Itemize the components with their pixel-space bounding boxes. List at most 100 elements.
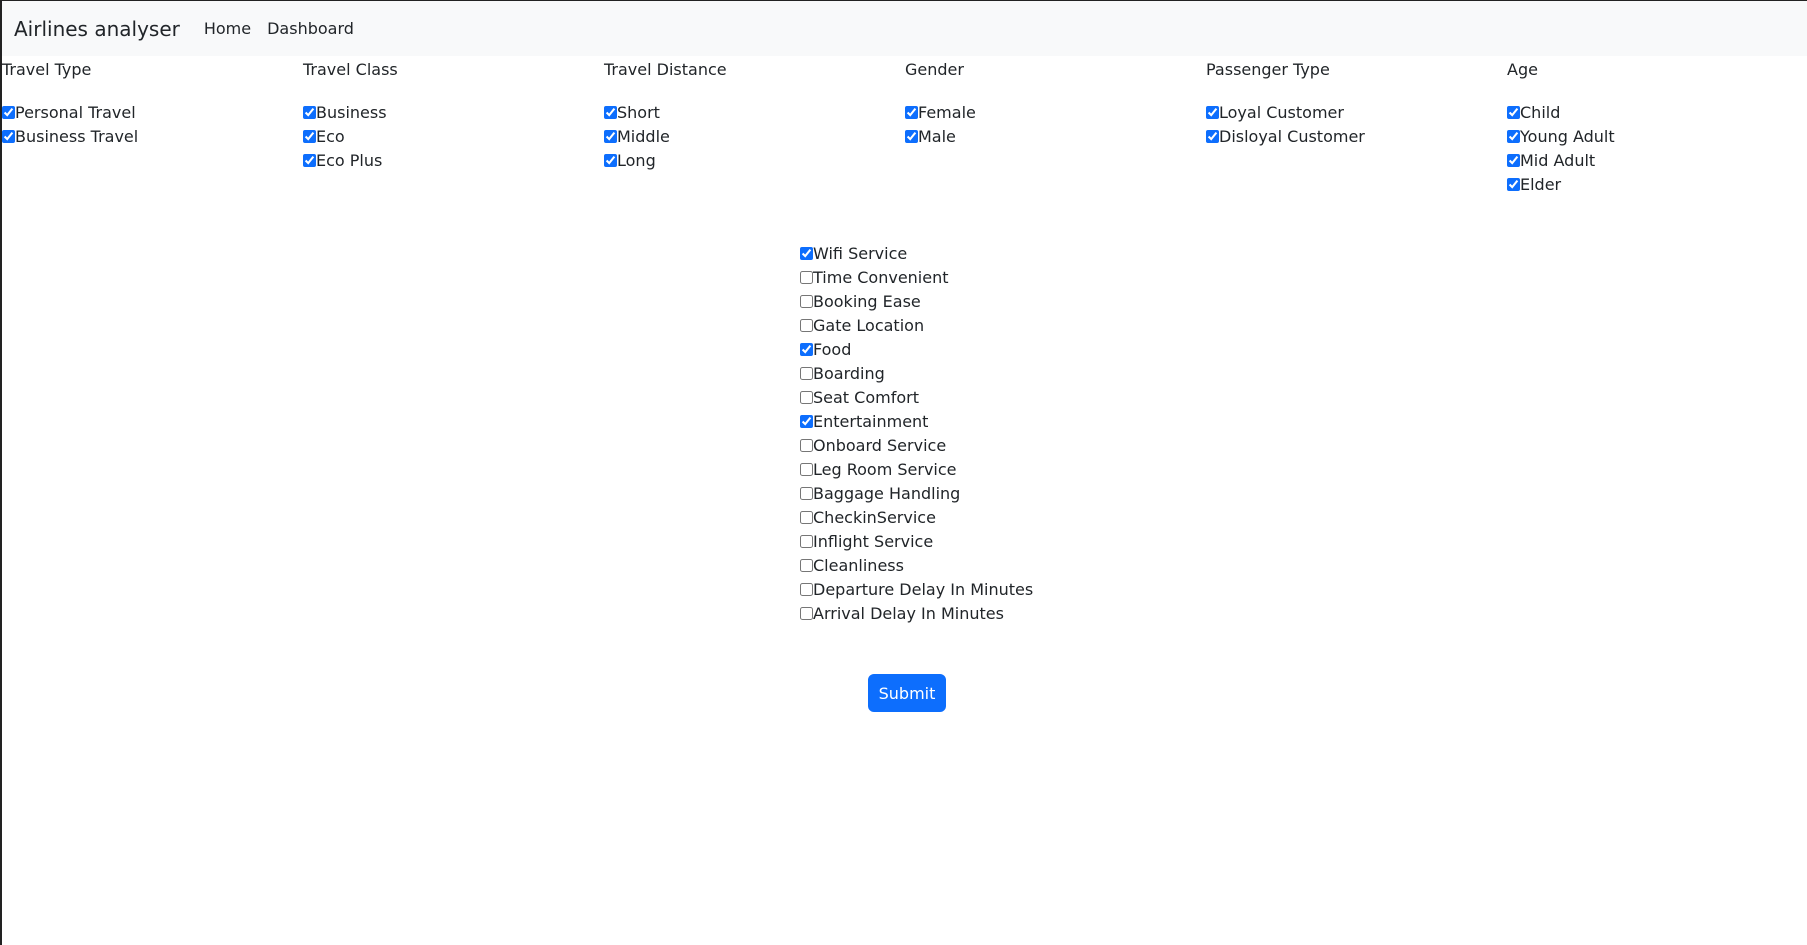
- service-checkbox[interactable]: [800, 438, 813, 452]
- filter-checkbox[interactable]: [905, 105, 918, 119]
- service-option-gate-location[interactable]: Gate Location: [800, 313, 1033, 337]
- filter-option-female[interactable]: Female: [905, 100, 1206, 124]
- filter-option-mid-adult[interactable]: Mid Adult: [1507, 148, 1807, 172]
- filter-option-eco-plus[interactable]: Eco Plus: [303, 148, 604, 172]
- service-checkbox[interactable]: [800, 462, 813, 476]
- filter-option-loyal-customer[interactable]: Loyal Customer: [1206, 100, 1507, 124]
- filter-checkbox[interactable]: [303, 105, 316, 119]
- app-window: Airlines analyser Home Dashboard Travel …: [0, 0, 1807, 945]
- filter-group-title: Passenger Type: [1206, 60, 1330, 79]
- filter-checkbox[interactable]: [604, 129, 617, 143]
- filter-group-travel-type: Travel Type Personal Travel Business Trave…: [2, 60, 303, 196]
- service-option-label: Departure Delay In Minutes: [813, 579, 1034, 599]
- filter-checkbox[interactable]: [2, 129, 15, 143]
- service-checkbox[interactable]: [800, 246, 813, 260]
- nav-link-dashboard[interactable]: Dashboard: [267, 19, 354, 38]
- service-option-label: Boarding: [813, 363, 885, 383]
- service-checkbox[interactable]: [800, 318, 813, 332]
- filter-option-business[interactable]: Business: [303, 100, 604, 124]
- service-option-inflight-service[interactable]: Inflight Service: [800, 529, 1033, 553]
- service-checkbox[interactable]: [800, 534, 813, 548]
- service-option-food[interactable]: Food: [800, 337, 1033, 361]
- service-checkbox[interactable]: [800, 270, 813, 284]
- service-option-boarding[interactable]: Boarding: [800, 361, 1033, 385]
- filter-option-personal-travel[interactable]: Personal Travel: [2, 100, 303, 124]
- filter-option-label: Female: [918, 102, 976, 122]
- filter-option-label: Long: [617, 150, 656, 170]
- service-checkbox[interactable]: [800, 294, 813, 308]
- service-checkbox[interactable]: [800, 486, 813, 500]
- filter-option-label: Middle: [617, 126, 670, 146]
- service-option-cleanliness[interactable]: Cleanliness: [800, 553, 1033, 577]
- filter-checkbox[interactable]: [604, 153, 617, 167]
- service-option-label: Cleanliness: [813, 555, 904, 575]
- service-option-label: Baggage Handling: [813, 483, 961, 503]
- service-checkbox[interactable]: [800, 366, 813, 380]
- filter-option-label: Business Travel: [15, 126, 139, 146]
- filter-option-short[interactable]: Short: [604, 100, 905, 124]
- service-option-label: Arrival Delay In Minutes: [813, 603, 1004, 623]
- filter-option-long[interactable]: Long: [604, 148, 905, 172]
- filter-option-label: Personal Travel: [15, 102, 136, 122]
- service-checkbox[interactable]: [800, 510, 813, 524]
- service-option-departure-delay-in-minutes[interactable]: Departure Delay In Minutes: [800, 577, 1033, 601]
- filter-option-child[interactable]: Child: [1507, 100, 1807, 124]
- filter-option-elder[interactable]: Elder: [1507, 172, 1807, 196]
- service-option-arrival-delay-in-minutes[interactable]: Arrival Delay In Minutes: [800, 601, 1033, 625]
- service-option-label: Food: [813, 339, 852, 359]
- filter-option-business-travel[interactable]: Business Travel: [2, 124, 303, 148]
- filter-checkbox[interactable]: [1507, 153, 1520, 167]
- filter-option-disloyal-customer[interactable]: Disloyal Customer: [1206, 124, 1507, 148]
- filter-checkbox[interactable]: [1206, 105, 1219, 119]
- nav-link-home[interactable]: Home: [204, 19, 251, 38]
- service-checkbox[interactable]: [800, 606, 813, 620]
- service-checkbox[interactable]: [800, 582, 813, 596]
- filter-checkbox[interactable]: [303, 129, 316, 143]
- filter-checkbox[interactable]: [905, 129, 918, 143]
- service-checkbox[interactable]: [800, 342, 813, 356]
- filter-checkbox[interactable]: [1507, 105, 1520, 119]
- brand-link[interactable]: Airlines analyser: [14, 17, 180, 41]
- filter-option-label: Loyal Customer: [1219, 102, 1344, 122]
- filter-group-title: Travel Type: [2, 60, 92, 79]
- service-checkbox[interactable]: [800, 558, 813, 572]
- filter-group-title: Gender: [905, 60, 964, 79]
- filter-checkbox[interactable]: [1507, 129, 1520, 143]
- filter-option-label: Eco Plus: [316, 150, 383, 170]
- filter-option-label: Business: [316, 102, 387, 122]
- filter-option-label: Short: [617, 102, 660, 122]
- service-option-baggage-handling[interactable]: Baggage Handling: [800, 481, 1033, 505]
- service-option-time-convenient[interactable]: Time Convenient: [800, 265, 1033, 289]
- service-option-wifi-service[interactable]: Wifi Service: [800, 241, 1033, 265]
- service-option-onboard-service[interactable]: Onboard Service: [800, 433, 1033, 457]
- service-option-label: Gate Location: [813, 315, 925, 335]
- service-option-leg-room-service[interactable]: Leg Room Service: [800, 457, 1033, 481]
- service-option-entertainment[interactable]: Entertainment: [800, 409, 1033, 433]
- filter-option-male[interactable]: Male: [905, 124, 1206, 148]
- service-option-checkinservice[interactable]: CheckinService: [800, 505, 1033, 529]
- filter-option-middle[interactable]: Middle: [604, 124, 905, 148]
- service-checkbox[interactable]: [800, 414, 813, 428]
- submit-button[interactable]: Submit: [868, 674, 946, 712]
- filter-group-age: Age Child Young Adult Mid Adult Elder: [1507, 60, 1807, 196]
- service-option-label: Onboard Service: [813, 435, 947, 455]
- filter-option-label: Young Adult: [1520, 126, 1615, 146]
- filter-group-title: Travel Class: [303, 60, 398, 79]
- service-option-label: Time Convenient: [813, 267, 949, 287]
- filter-option-eco[interactable]: Eco: [303, 124, 604, 148]
- navbar: Airlines analyser Home Dashboard: [2, 1, 1807, 56]
- service-option-label: Wifi Service: [813, 243, 908, 263]
- service-option-booking-ease[interactable]: Booking Ease: [800, 289, 1033, 313]
- filter-group-title: Age: [1507, 60, 1538, 79]
- filter-checkbox[interactable]: [604, 105, 617, 119]
- filter-checkbox[interactable]: [1507, 177, 1520, 191]
- service-option-seat-comfort[interactable]: Seat Comfort: [800, 385, 1033, 409]
- filter-checkbox[interactable]: [2, 105, 15, 119]
- filter-option-young-adult[interactable]: Young Adult: [1507, 124, 1807, 148]
- filter-group-passenger-type: Passenger Type Loyal Customer Disloyal Cus…: [1206, 60, 1507, 196]
- service-checkbox[interactable]: [800, 390, 813, 404]
- filter-option-label: Child: [1520, 102, 1561, 122]
- service-option-label: Seat Comfort: [813, 387, 919, 407]
- filter-checkbox[interactable]: [303, 153, 316, 167]
- filter-checkbox[interactable]: [1206, 129, 1219, 143]
